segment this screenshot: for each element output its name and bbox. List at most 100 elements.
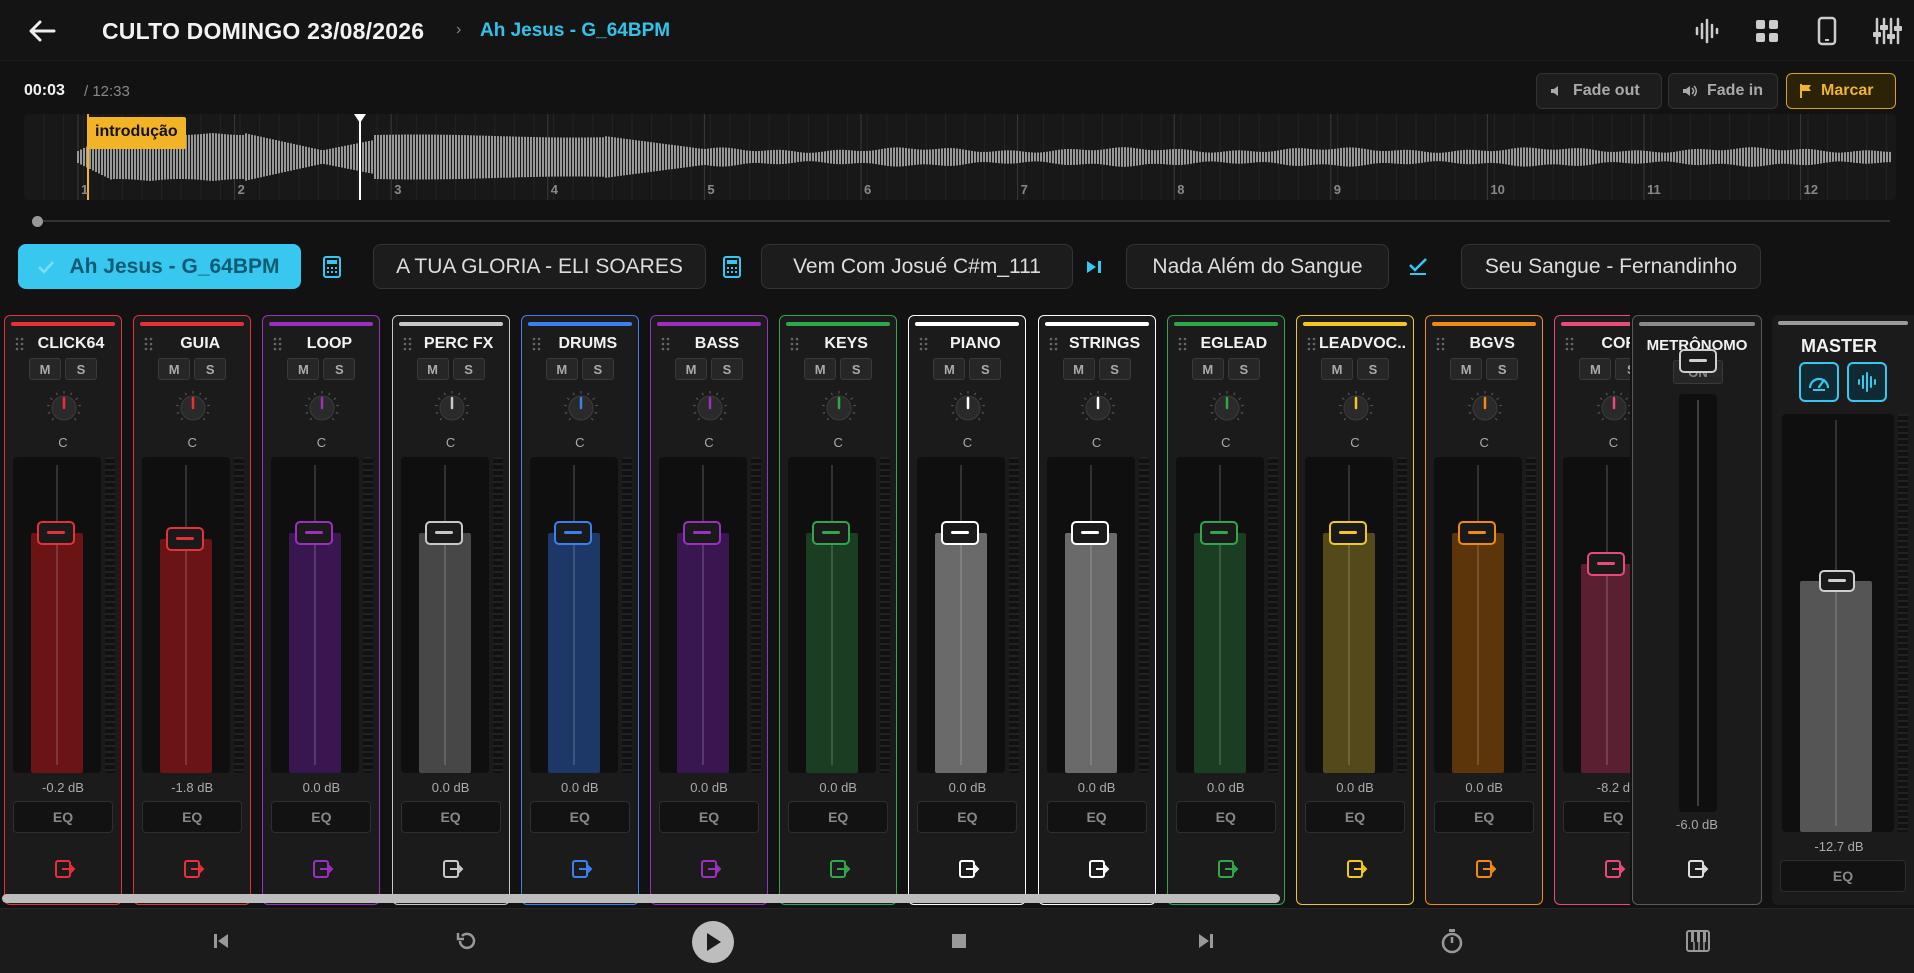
eq-button[interactable]: EQ [788, 801, 889, 833]
eq-button[interactable]: EQ [1563, 801, 1630, 833]
stop-icon[interactable] [941, 923, 977, 959]
replay-icon[interactable] [449, 923, 485, 959]
volume-fader-track[interactable] [1046, 457, 1135, 773]
mixer-scrollbar[interactable] [2, 894, 1280, 903]
breadcrumb-current-song[interactable]: Ah Jesus - G_64BPM [480, 20, 670, 42]
solo-button[interactable]: S [1098, 358, 1131, 380]
drag-handle-icon[interactable] [919, 337, 929, 351]
timer-icon[interactable] [1434, 923, 1470, 959]
solo-button[interactable]: S [1227, 358, 1260, 380]
route-output-icon[interactable] [571, 859, 593, 879]
solo-button[interactable]: S [323, 358, 356, 380]
drag-handle-icon[interactable] [144, 337, 154, 351]
volume-fader-track[interactable] [271, 457, 360, 773]
route-output-icon[interactable] [1687, 859, 1709, 879]
skip-next-icon[interactable] [1188, 923, 1224, 959]
volume-fader-track[interactable] [400, 457, 489, 773]
drag-handle-icon[interactable] [1049, 337, 1059, 351]
master-eq-button[interactable]: EQ [1780, 860, 1906, 892]
solo-button[interactable]: S [1615, 358, 1630, 380]
master-fader-track[interactable] [1782, 414, 1894, 832]
speedometer-icon[interactable] [1799, 362, 1839, 402]
volume-fader-track[interactable] [1434, 457, 1523, 773]
volume-fader-handle[interactable] [166, 527, 205, 551]
waveform-icon[interactable] [1847, 362, 1887, 402]
drag-handle-icon[interactable] [532, 337, 542, 351]
section-marker[interactable]: introdução [87, 117, 186, 149]
route-output-icon[interactable] [1088, 859, 1110, 879]
volume-fader-track[interactable] [142, 457, 231, 773]
mute-button[interactable]: M [1062, 358, 1095, 380]
route-output-icon[interactable] [1475, 859, 1497, 879]
drag-handle-icon[interactable] [1307, 337, 1317, 351]
eq-button[interactable]: EQ [1175, 801, 1276, 833]
setlist-song-5[interactable]: Seu Sangue - Fernandinho [1461, 244, 1761, 289]
pan-knob[interactable] [303, 389, 341, 427]
mark-button[interactable]: Marcar [1786, 73, 1896, 109]
route-output-icon[interactable] [700, 859, 722, 879]
mute-button[interactable]: M [158, 358, 191, 380]
volume-fader-handle[interactable] [295, 521, 334, 545]
pan-knob[interactable] [174, 389, 212, 427]
volume-fader-handle[interactable] [553, 521, 592, 545]
volume-fader-track[interactable] [1305, 457, 1393, 773]
eq-button[interactable]: EQ [1434, 801, 1535, 833]
waveform-icon[interactable] [1690, 14, 1724, 48]
mute-button[interactable]: M [933, 358, 966, 380]
mute-button[interactable]: M [29, 358, 61, 380]
eq-button[interactable]: EQ [400, 801, 501, 833]
route-output-icon[interactable] [829, 859, 851, 879]
volume-fader-track[interactable] [659, 457, 747, 773]
mute-button[interactable]: M [1321, 358, 1353, 380]
solo-button[interactable]: S [1357, 358, 1389, 380]
mute-button[interactable]: M [287, 358, 320, 380]
eq-button[interactable]: EQ [271, 801, 372, 833]
eq-button[interactable]: EQ [917, 801, 1018, 833]
solo-button[interactable]: S [581, 358, 614, 380]
volume-fader-track[interactable] [917, 457, 1006, 773]
drag-handle-icon[interactable] [790, 337, 800, 351]
solo-button[interactable]: S [452, 358, 485, 380]
pan-knob[interactable] [433, 389, 471, 427]
pan-knob[interactable] [691, 389, 729, 427]
volume-fader-track[interactable] [13, 457, 101, 773]
eq-button[interactable]: EQ [1046, 801, 1147, 833]
drag-handle-icon[interactable] [273, 337, 283, 351]
drag-handle-icon[interactable] [403, 337, 413, 351]
route-output-icon[interactable] [442, 859, 464, 879]
drag-handle-icon[interactable] [15, 337, 25, 351]
volume-fader-track[interactable] [1563, 457, 1630, 773]
route-output-icon[interactable] [958, 859, 980, 879]
mute-button[interactable]: M [416, 358, 449, 380]
route-output-icon[interactable] [183, 859, 205, 879]
mute-button[interactable]: M [1191, 358, 1224, 380]
seek-handle[interactable] [32, 216, 43, 227]
eq-button[interactable]: EQ [142, 801, 243, 833]
eq-button[interactable]: EQ [529, 801, 630, 833]
metronome-fader-track[interactable] [1679, 349, 1717, 812]
skip-previous-icon[interactable] [203, 923, 239, 959]
volume-fader-handle[interactable] [941, 521, 980, 545]
pan-knob[interactable] [820, 389, 858, 427]
drag-handle-icon[interactable] [661, 337, 671, 351]
solo-button[interactable]: S [969, 358, 1002, 380]
pan-knob[interactable] [562, 389, 600, 427]
solo-button[interactable]: S [840, 358, 873, 380]
waveform-timeline[interactable]: introdução 1 2 3 4 5 6 7 8 9 10 11 12 [24, 114, 1896, 200]
route-output-icon[interactable] [54, 859, 76, 879]
eq-button[interactable]: EQ [659, 801, 759, 833]
pan-knob[interactable] [1079, 389, 1117, 427]
grid-icon[interactable] [1750, 14, 1784, 48]
volume-fader-handle[interactable] [1458, 521, 1497, 545]
eq-button[interactable]: EQ [13, 801, 113, 833]
mute-button[interactable]: M [1450, 358, 1483, 380]
solo-button[interactable]: S [194, 358, 227, 380]
mute-button[interactable]: M [545, 358, 578, 380]
eq-button[interactable]: EQ [1305, 801, 1405, 833]
volume-fader-handle[interactable] [37, 521, 75, 545]
play-icon[interactable] [692, 921, 734, 963]
solo-button[interactable]: S [1486, 358, 1519, 380]
volume-fader-track[interactable] [788, 457, 877, 773]
metronome-fader-handle[interactable] [1679, 349, 1717, 373]
volume-fader-track[interactable] [529, 457, 618, 773]
